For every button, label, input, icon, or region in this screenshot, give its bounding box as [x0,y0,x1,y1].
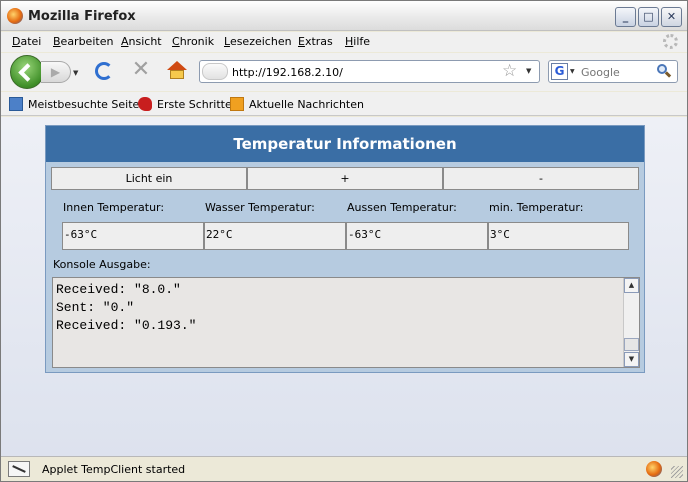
search-bar: G ▼ [548,60,678,83]
search-handle [664,71,672,78]
navigation-toolbar: ▶ ▼ ✕ ☆ ▼ G ▼ [1,53,687,91]
firefox-status-icon [646,461,662,477]
url-input[interactable] [232,64,492,80]
bookmark-label: Erste Schritte [157,98,232,111]
water-temp-label: Wasser Temperatur: [205,201,315,214]
page-content: Temperatur Informationen Licht ein + - I… [1,117,687,456]
bookmark-label: Aktuelle Nachrichten [249,98,364,111]
close-button[interactable]: ✕ [661,7,682,27]
console-output[interactable]: Received: "8.0." Sent: "0." Received: "0… [52,277,640,368]
search-engine-icon[interactable]: G [551,63,568,80]
console-line: Received: "8.0." [56,282,181,297]
back-button[interactable] [10,55,44,89]
rss-feed-icon [230,97,244,111]
search-icon[interactable] [657,64,672,78]
decrease-button[interactable]: - [443,167,639,190]
menu-bar: Datei Bearbeiten Ansicht Chronik Lesezei… [1,32,687,52]
bookmark-star-icon[interactable]: ☆ [502,62,517,81]
search-input[interactable] [581,64,653,80]
resize-grip[interactable] [671,466,683,478]
scroll-down-button[interactable]: ▼ [624,352,639,367]
menu-extras[interactable]: Extras [298,35,333,48]
title-bar: Mozilla Firefox _ □ ✕ [1,1,687,31]
forward-button[interactable]: ▶ [41,61,71,83]
inside-temp-label: Innen Temperatur: [63,201,165,214]
scroll-up-button[interactable]: ▲ [624,278,639,293]
firefox-bookmark-icon [138,97,152,111]
increase-button[interactable]: + [247,167,443,190]
reload-icon[interactable] [95,62,113,80]
inside-temp-value[interactable]: -63°C [62,222,204,250]
water-temp-value[interactable]: 22°C [204,222,346,250]
min-temp-value[interactable]: 3°C [488,222,629,250]
java-status-icon [8,461,30,477]
menu-bearbeiten[interactable]: Bearbeiten [53,35,113,48]
menu-datei[interactable]: Datei [12,35,41,48]
menu-ansicht[interactable]: Ansicht [121,35,162,48]
menu-hilfe[interactable]: Hilfe [345,35,370,48]
engine-dropdown-icon[interactable]: ▼ [570,68,575,75]
console-line: Received: "0.193." [56,318,197,333]
window-title: Mozilla Firefox [28,9,136,24]
site-identity-button[interactable] [202,63,228,80]
browser-window: Mozilla Firefox _ □ ✕ Datei Bearbeiten A… [0,0,688,482]
scroll-thumb[interactable] [624,338,639,351]
history-dropdown-icon[interactable]: ▼ [73,69,78,77]
outside-temp-label: Aussen Temperatur: [347,201,457,214]
applet-title: Temperatur Informationen [46,126,644,162]
maximize-button[interactable]: □ [638,7,659,27]
min-temp-label: min. Temperatur: [489,201,584,214]
bookmark-label: Meistbesuchte Seiten [28,98,147,111]
console-scrollbar[interactable]: ▲ ▼ [623,278,639,367]
menu-lesezeichen[interactable]: Lesezeichen [224,35,292,48]
console-line: Sent: "0." [56,300,135,315]
smart-folder-icon [9,97,23,111]
throbber-icon [663,34,678,49]
stop-icon[interactable]: ✕ [131,59,151,81]
console-label: Konsole Ausgabe: [53,258,151,271]
menu-chronik[interactable]: Chronik [172,35,214,48]
outside-temp-value[interactable]: -63°C [346,222,488,250]
home-roof [167,61,187,70]
status-text: Applet TempClient started [42,463,186,476]
light-on-button[interactable]: Licht ein [51,167,247,190]
minimize-button[interactable]: _ [615,7,636,27]
home-icon[interactable] [167,61,187,81]
status-bar: Applet TempClient started [1,456,687,481]
firefox-logo-icon [7,8,23,24]
console-text: Received: "8.0." Sent: "0." Received: "0… [56,281,196,335]
url-dropdown-icon[interactable]: ▼ [526,67,531,75]
bookmarks-toolbar: Meistbesuchte Seiten Erste Schritte Aktu… [1,92,687,116]
url-bar: ☆ ▼ [199,60,540,83]
home-body [170,70,184,79]
temp-client-applet: Temperatur Informationen Licht ein + - I… [45,125,645,373]
